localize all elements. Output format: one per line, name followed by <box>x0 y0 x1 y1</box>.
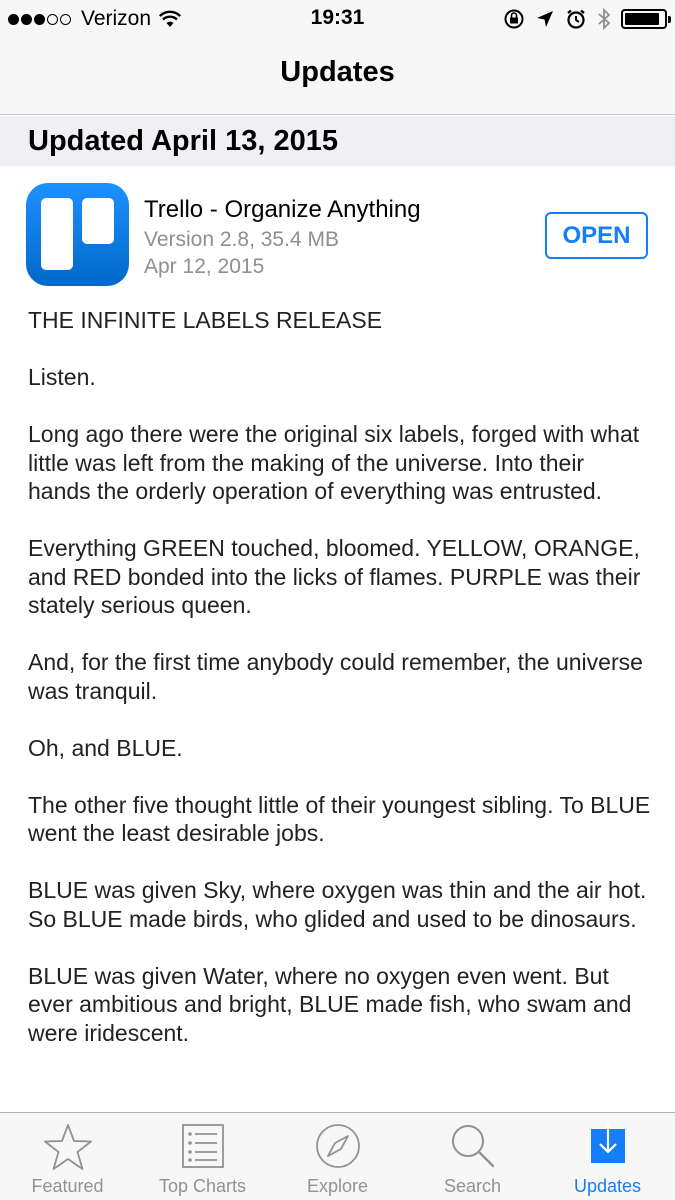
tab-label: Updates <box>573 1176 642 1196</box>
release-notes-paragraph: The other five thought little of their y… <box>28 791 651 847</box>
tab-label: Search <box>443 1176 502 1196</box>
release-notes-paragraph: Listen. <box>28 364 96 390</box>
app-name[interactable]: Trello - Organize Anything <box>144 196 421 224</box>
page-title: Updates <box>280 56 395 88</box>
bluetooth-icon <box>598 7 611 31</box>
app-release-date: Apr 12, 2015 <box>144 255 265 278</box>
open-button[interactable]: OPEN <box>545 212 648 259</box>
release-notes: THE INFINITE LABELS RELEASE Listen. Long… <box>28 306 653 1076</box>
search-icon <box>451 1125 494 1168</box>
tab-explore[interactable]: Explore <box>270 1113 405 1200</box>
release-notes-paragraph: Everything GREEN touched, bloomed. YELLO… <box>28 535 641 618</box>
download-icon <box>590 1123 625 1163</box>
section-header-label: Updated April 13, 2015 <box>28 125 338 157</box>
release-notes-paragraph: Long ago there were the original six lab… <box>28 421 640 504</box>
alarm-icon <box>567 9 585 29</box>
status-right <box>493 7 671 31</box>
tab-label: Top Charts <box>158 1176 247 1196</box>
tab-updates[interactable]: Updates <box>540 1113 675 1200</box>
tab-top-charts[interactable]: Top Charts <box>135 1113 270 1200</box>
release-notes-paragraph: Oh, and BLUE. <box>28 734 183 761</box>
release-notes-paragraph: And, for the first time anybody could re… <box>28 649 643 704</box>
battery-icon <box>621 9 671 29</box>
rotation-lock-icon <box>504 9 524 29</box>
star-icon <box>43 1124 92 1170</box>
list-icon <box>181 1124 224 1168</box>
app-version-size: Version 2.8, 35.4 MB <box>144 228 339 251</box>
tab-label: Explore <box>306 1176 369 1196</box>
release-notes-paragraph: BLUE was given Water, where no oxygen ev… <box>28 962 632 1046</box>
tab-label: Featured <box>31 1176 104 1196</box>
tab-search[interactable]: Search <box>405 1113 540 1200</box>
location-icon <box>537 11 553 27</box>
tab-featured[interactable]: Featured <box>0 1113 135 1200</box>
compass-icon <box>315 1124 360 1168</box>
release-notes-paragraph: THE INFINITE LABELS RELEASE <box>28 307 383 333</box>
release-notes-paragraph: BLUE was given Sky, where oxygen was thi… <box>28 877 647 932</box>
status-bar: Verizon 19:31 <box>0 0 675 40</box>
trello-icon[interactable] <box>26 183 129 286</box>
top-bar: Verizon 19:31 Updates <box>0 0 675 115</box>
tab-bar: Featured Top Charts Explore Search Updat… <box>0 1112 675 1200</box>
section-header: Updated April 13, 2015 <box>0 116 675 166</box>
